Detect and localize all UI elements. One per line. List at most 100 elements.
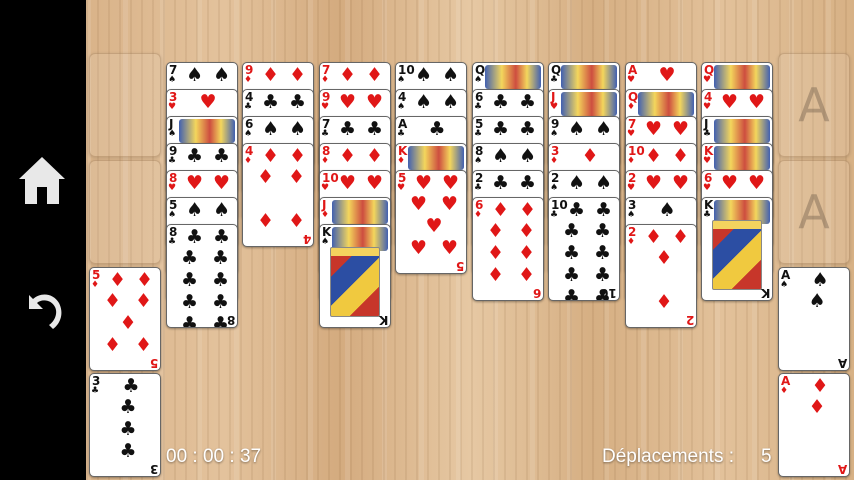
pip-icon: ♠ — [441, 91, 460, 113]
pip-icon: ♥ — [410, 193, 428, 215]
card-top-pips: ♠ ♠ — [181, 64, 235, 88]
court-figure-icon — [714, 119, 770, 143]
card-suit-icon: ♣ — [474, 183, 483, 193]
pip-icon: ♦ — [338, 145, 357, 167]
card-rank-corner: 4 — [302, 232, 311, 246]
pip-icon: ♣ — [563, 264, 581, 286]
foundation-slot[interactable]: A — [778, 53, 850, 157]
pip-icon: ♦ — [517, 242, 535, 264]
card-rank-corner: 10 — [600, 286, 617, 300]
card-suit-icon: ♥ — [703, 75, 712, 85]
pip-icon: ♣ — [181, 291, 199, 313]
card-top-pips: ♠ ♠ — [563, 118, 617, 142]
card-suit-icon: ♠ — [474, 156, 483, 166]
card-pips: ♦ — [793, 396, 841, 462]
court-figure-icon — [714, 146, 770, 170]
tableau-card[interactable]: 2 ♦ ♦ ♦ ♦ ♦ 2 — [625, 224, 697, 328]
pip-icon: ♦ — [655, 291, 673, 313]
card-top-pips: ♥ — [181, 91, 235, 115]
card-suit-icon: ♥ — [703, 102, 712, 112]
undo-button[interactable] — [14, 280, 70, 336]
tableau-card[interactable]: K ♣ K — [701, 197, 773, 301]
card-suit-icon: ♠ — [474, 75, 483, 85]
pip-icon: ♠ — [414, 91, 433, 113]
card-top-pips: ♥ ♥ — [334, 172, 388, 196]
tableau-card[interactable]: K ♠ K — [319, 224, 391, 328]
pip-icon: ♠ — [567, 172, 586, 194]
card-suit-icon: ♠ — [397, 75, 406, 85]
pip-icon: ♦ — [491, 199, 510, 221]
card-suit-icon: ♥ — [627, 183, 636, 193]
foundation-card[interactable]: A ♠ ♠ ♠ A — [778, 267, 850, 371]
tableau-card[interactable]: 5 ♥ ♥ ♥ ♥ ♥ ♥ ♥ ♥ 5 — [395, 170, 467, 274]
pip-icon: ♣ — [212, 226, 231, 248]
pip-icon: ♣ — [428, 118, 446, 140]
pip-icon: ♣ — [563, 220, 581, 242]
pip-icon: ♠ — [414, 64, 433, 86]
tableau-card[interactable]: 6 ♦ ♦ ♦ ♦ ♦ ♦ ♦ ♦ ♦ 6 — [472, 197, 544, 301]
card-suit-icon: ♥ — [627, 129, 636, 139]
card-suit-icon: ♦ — [627, 237, 636, 247]
card-top-pips: ♦ ♦ — [334, 64, 388, 88]
pip-icon: ♦ — [104, 334, 122, 356]
card-suit-icon: ♠ — [550, 129, 559, 139]
tableau-card[interactable]: 8 ♣ ♣ ♣ ♣ ♣ ♣ ♣ ♣ ♣ ♣ ♣ 8 — [166, 224, 238, 328]
freecell-card[interactable]: 5 ♦ ♦ ♦ ♦ ♦ ♦ ♦ ♦ 5 — [89, 267, 161, 371]
sidebar — [0, 0, 86, 480]
pip-icon: ♣ — [119, 418, 137, 440]
card-rank-corner: 2 — [685, 313, 694, 327]
court-figure-icon — [408, 146, 464, 170]
timer-text: 00 : 00 : 37 — [166, 446, 262, 467]
card-top-pips: ♦ — [563, 145, 617, 169]
home-button[interactable] — [14, 152, 70, 208]
pip-icon: ♣ — [593, 220, 611, 242]
pip-icon: ♥ — [747, 91, 766, 113]
freecell-slot[interactable] — [89, 53, 161, 157]
moves-label: Déplacements : — [602, 446, 735, 467]
freecell-card[interactable]: 3 ♣ ♣ ♣ ♣ ♣ 3 — [89, 373, 161, 477]
card-suit-icon: ♥ — [321, 102, 330, 112]
pip-icon: ♦ — [257, 166, 275, 188]
card-top-pips: ♣ ♣ — [487, 118, 541, 142]
tableau-card[interactable]: 10♣♣♣♣♣♣♣♣♣♣♣♣♣10 — [548, 197, 620, 301]
card-suit-icon: ♣ — [244, 102, 253, 112]
pip-icon: ♦ — [261, 145, 280, 167]
foundation-slot[interactable]: A — [778, 160, 850, 264]
card-pips: ♦ ♦ ♦ ♦ ♦ — [104, 290, 152, 356]
pip-icon: ♣ — [261, 91, 280, 113]
pip-icon: ♦ — [517, 264, 535, 286]
pip-icon: ♦ — [671, 226, 690, 248]
card-suit-icon: ♦ — [244, 156, 253, 166]
pip-icon: ♣ — [119, 396, 137, 418]
freecell-slot[interactable] — [89, 160, 161, 264]
card-pips: ♠ — [793, 290, 841, 356]
pip-icon: ♠ — [185, 199, 204, 221]
pip-icon: ♣ — [211, 247, 229, 269]
pip-icon: ♦ — [104, 290, 122, 312]
pip-icon: ♦ — [487, 264, 505, 286]
pip-icon: ♥ — [658, 64, 676, 86]
card-suit-icon: ♠ — [627, 210, 636, 220]
card-suit-icon: ♠ — [168, 75, 177, 85]
card-rank-corner: A — [837, 462, 847, 476]
tableau-card[interactable]: 4 ♦ ♦ ♦ ♦ ♦ ♦ ♦ 4 — [242, 143, 314, 247]
pip-icon: ♣ — [338, 118, 357, 140]
court-figure-icon — [714, 65, 770, 89]
card-top-pips: ♥ ♥ — [640, 172, 694, 196]
pip-icon: ♣ — [518, 118, 537, 140]
pip-icon: ♠ — [212, 199, 231, 221]
pip-icon: ♦ — [261, 64, 280, 86]
card-suit-icon: ♠ — [397, 102, 406, 112]
pip-icon: ♣ — [181, 247, 199, 269]
game-table: 5 ♦ ♦ ♦ ♦ ♦ ♦ ♦ ♦ 5 3 ♣ ♣ ♣ ♣ ♣ 3 A A A ♠ ♠ ♠ A A ♦ ♦ ♦ A 7 ♠ ♠ ♠ 3 ♥ ♥ J ♠ 9 ♣… — [86, 0, 854, 480]
pip-icon: ♦ — [655, 247, 673, 269]
card-suit-icon: ♥ — [168, 183, 177, 193]
card-suit-icon: ♦ — [321, 156, 330, 166]
card-suit-icon: ♥ — [703, 156, 712, 166]
card-top-pips: ♦ ♦ — [257, 64, 311, 88]
pip-icon: ♠ — [594, 172, 613, 194]
pip-icon: ♣ — [491, 91, 510, 113]
pip-icon: ♦ — [671, 145, 690, 167]
foundation-card[interactable]: A ♦ ♦ ♦ A — [778, 373, 850, 477]
pip-icon: ♣ — [122, 375, 140, 397]
